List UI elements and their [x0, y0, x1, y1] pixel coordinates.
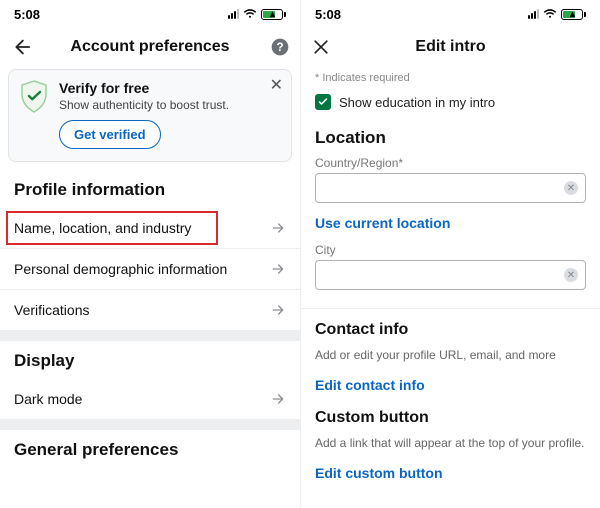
- city-label: City: [301, 243, 600, 260]
- row-dark-mode[interactable]: Dark mode: [0, 379, 300, 420]
- contact-info-heading: Contact info: [301, 309, 600, 347]
- row-name-location-industry[interactable]: Name, location, and industry: [0, 208, 300, 249]
- shield-check-icon: [19, 80, 49, 149]
- status-time: 5:08: [315, 7, 341, 22]
- battery-icon: ▴: [261, 9, 286, 20]
- show-education-label: Show education in my intro: [339, 95, 495, 110]
- page-title: Account preferences: [70, 38, 229, 56]
- row-label: Verifications: [14, 302, 89, 318]
- battery-icon: ▴: [561, 9, 586, 20]
- row-label: Name, location, and industry: [14, 220, 191, 236]
- verify-subtitle: Show authenticity to boost trust.: [59, 98, 229, 112]
- profile-information-heading: Profile information: [0, 170, 300, 208]
- clear-input-icon[interactable]: ✕: [564, 181, 578, 195]
- required-indicator-note: * Indicates required: [301, 66, 600, 86]
- contact-info-subtitle: Add or edit your profile URL, email, and…: [301, 347, 600, 369]
- status-indicators: ▴: [228, 9, 286, 20]
- use-current-location-link[interactable]: Use current location: [301, 203, 600, 243]
- location-heading: Location: [315, 128, 386, 148]
- show-education-toggle[interactable]: Show education in my intro: [301, 86, 600, 124]
- wifi-icon: [543, 9, 557, 19]
- verify-banner: Verify for free Show authenticity to boo…: [8, 69, 292, 162]
- city-input[interactable]: [315, 260, 586, 290]
- general-preferences-heading: General preferences: [0, 430, 300, 468]
- close-icon[interactable]: ✕: [270, 78, 283, 94]
- app-header: Edit intro: [301, 28, 600, 66]
- help-icon[interactable]: ?: [270, 37, 290, 57]
- country-region-label: Country/Region*: [301, 150, 600, 173]
- account-preferences-screen: 5:08 ▴ Account preferences ?: [0, 0, 300, 508]
- row-label: Dark mode: [14, 391, 82, 407]
- display-heading: Display: [0, 341, 300, 379]
- checkbox-checked-icon: [315, 94, 331, 110]
- custom-button-heading: Custom button: [301, 405, 600, 435]
- cellular-icon: [228, 9, 239, 19]
- status-bar: 5:08 ▴: [301, 0, 600, 28]
- page-title: Edit intro: [415, 38, 485, 56]
- app-header: Account preferences ?: [0, 28, 300, 66]
- edit-intro-screen: 5:08 ▴ Edit intro * Indicates required: [300, 0, 600, 508]
- chevron-right-icon: [270, 391, 286, 407]
- edit-custom-button-link[interactable]: Edit custom button: [301, 457, 600, 493]
- chevron-right-icon: [270, 261, 286, 277]
- row-verifications[interactable]: Verifications: [0, 290, 300, 331]
- section-divider: [0, 420, 300, 430]
- verify-title: Verify for free: [59, 80, 229, 96]
- chevron-right-icon: [270, 220, 286, 236]
- get-verified-button[interactable]: Get verified: [59, 120, 161, 149]
- chevron-right-icon: [270, 302, 286, 318]
- edit-contact-info-link[interactable]: Edit contact info: [301, 369, 600, 405]
- status-time: 5:08: [14, 7, 40, 22]
- custom-button-subtitle: Add a link that will appear at the top o…: [301, 435, 600, 457]
- status-indicators: ▴: [528, 9, 586, 20]
- cellular-icon: [528, 9, 539, 19]
- status-bar: 5:08 ▴: [0, 0, 300, 28]
- section-divider: [0, 331, 300, 341]
- clear-input-icon[interactable]: ✕: [564, 268, 578, 282]
- svg-text:?: ?: [276, 41, 283, 54]
- wifi-icon: [243, 9, 257, 19]
- back-icon[interactable]: [10, 36, 32, 58]
- country-region-input[interactable]: [315, 173, 586, 203]
- row-personal-demographic[interactable]: Personal demographic information: [0, 249, 300, 290]
- close-icon[interactable]: [311, 37, 331, 57]
- row-label: Personal demographic information: [14, 261, 227, 277]
